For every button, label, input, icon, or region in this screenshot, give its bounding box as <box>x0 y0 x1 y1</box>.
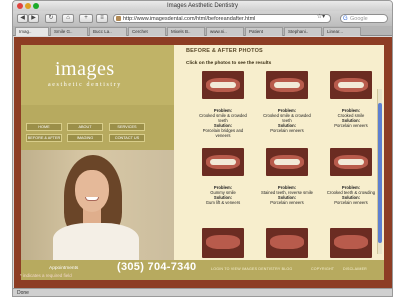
gallery-scrollbar-thumb[interactable] <box>378 103 382 243</box>
tab-2[interactable]: Smile G.. <box>50 27 88 36</box>
case-caption-4: Problem: Gummy smile Solution: Gum lift … <box>197 185 249 205</box>
title-bar: Images Aesthetic Dentistry <box>13 1 392 11</box>
address-bar[interactable]: http://www.imagesdental.com/html/beforea… <box>113 14 331 23</box>
search-field[interactable]: G Google <box>340 14 388 23</box>
lips <box>334 235 368 249</box>
site-favicon-icon <box>116 16 121 21</box>
case-photo-5[interactable] <box>266 148 308 176</box>
photo-shirt <box>53 223 139 260</box>
site-logo-tagline: aesthetic dentistry <box>48 82 122 88</box>
status-text: Done <box>17 290 29 296</box>
case-caption-5: Problem: Stained teeth, reverse smile So… <box>261 185 313 205</box>
back-button[interactable]: ◀ <box>17 14 28 23</box>
rss-button[interactable]: ≡ <box>96 14 108 23</box>
gallery-instruction: Click on the photos to see the results <box>186 61 272 66</box>
footer-blog-link[interactable]: LOGIN TO VIEW IMAGES DENTISTRY BLOG <box>211 267 292 271</box>
case-solution-6: Porcelain veneers <box>334 200 368 205</box>
phone-number[interactable]: (305) 704-7340 <box>117 261 196 273</box>
address-text: http://www.imagesdental.com/html/beforea… <box>123 16 256 22</box>
gallery-column: BEFORE & AFTER PHOTOS Click on the photo… <box>184 48 384 260</box>
case-caption-6: Problem: Crooked teeth & crowding Soluti… <box>325 185 377 205</box>
site-footer: Appointments (305) 704-7340 LOGIN TO VIE… <box>21 260 384 280</box>
teeth <box>338 82 364 88</box>
tab-3[interactable]: Bucc La.. <box>89 27 127 36</box>
gallery-heading: BEFORE & AFTER PHOTOS <box>186 48 263 54</box>
forward-button[interactable]: ▶ <box>28 14 39 23</box>
tab-6[interactable]: www.ni.. <box>206 27 244 36</box>
teeth <box>274 82 300 88</box>
footer-copyright-link[interactable]: COPYRIGHT <box>311 267 334 271</box>
teeth <box>274 159 300 165</box>
google-search-icon: G <box>343 16 348 22</box>
case-solution-1: Porcelain bridges and veneers <box>202 128 244 138</box>
logo-area: images aesthetic dentistry <box>21 45 174 105</box>
zoom-window-button[interactable] <box>33 3 39 9</box>
model-photo <box>21 150 174 260</box>
browser-window: Images Aesthetic Dentistry ◀ ▶ ↻ ⌂ + ≡ h… <box>12 0 393 297</box>
case-photo-1[interactable] <box>202 71 244 99</box>
case-photo-9[interactable] <box>330 228 372 258</box>
status-bar: Done <box>13 288 392 296</box>
case-photo-6[interactable] <box>330 148 372 176</box>
url-dropdown-icon[interactable]: ☆▾ <box>313 14 329 23</box>
browser-toolbar: ◀ ▶ ↻ ⌂ + ≡ http://www.imagesdental.com/… <box>13 11 392 26</box>
nav-contact-us[interactable]: CONTACT US <box>109 134 145 142</box>
tab-1[interactable]: Imag.. <box>15 27 49 36</box>
gallery-scrollbar[interactable] <box>377 89 382 254</box>
case-solution-5: Porcelain veneers <box>270 200 304 205</box>
close-window-button[interactable] <box>17 3 23 9</box>
tab-8[interactable]: Stephani.. <box>284 27 322 36</box>
site-logo[interactable]: images <box>55 58 115 81</box>
home-button[interactable]: ⌂ <box>62 14 74 23</box>
case-problem-2: Crooked smile & crowded teeth <box>263 113 311 123</box>
window-title: Images Aesthetic Dentistry <box>166 3 239 9</box>
search-placeholder: Google <box>350 16 368 22</box>
site-page: images aesthetic dentistry HOME ABOUT SE… <box>21 45 384 280</box>
nav-home[interactable]: HOME <box>26 123 62 131</box>
left-column: images aesthetic dentistry HOME ABOUT SE… <box>21 45 174 260</box>
teeth <box>338 159 364 165</box>
reload-button[interactable]: ↻ <box>45 14 57 23</box>
nav-imaging[interactable]: IMAGING <box>67 134 103 142</box>
nav-about[interactable]: ABOUT <box>67 123 103 131</box>
lips <box>270 235 304 249</box>
tab-7[interactable]: Patient <box>245 27 283 36</box>
case-photo-2[interactable] <box>266 71 308 99</box>
case-photo-8[interactable] <box>266 228 308 258</box>
case-caption-3: Problem: Crooked smile Solution: Porcela… <box>325 108 377 128</box>
page-viewport: images aesthetic dentistry HOME ABOUT SE… <box>14 37 392 288</box>
appointment-label: Appointments <box>49 266 79 271</box>
case-solution-3: Porcelain veneers <box>334 123 368 128</box>
tab-4[interactable]: Cerchet <box>128 27 166 36</box>
photo-smile <box>85 197 99 201</box>
case-solution-4: Gum lift & veneers <box>205 200 241 205</box>
case-caption-1: Problem: Crooked smile & crowded teeth S… <box>197 108 249 138</box>
case-photo-4[interactable] <box>202 148 244 176</box>
nav-services[interactable]: SERVICES <box>109 123 145 131</box>
tab-9[interactable]: Linear... <box>323 27 361 36</box>
minimize-window-button[interactable] <box>25 3 31 9</box>
bookmark-add-button[interactable]: + <box>79 14 93 23</box>
photo-face <box>75 170 109 212</box>
case-caption-2: Problem: Crooked smile & crowded teeth S… <box>261 108 313 133</box>
tab-strip: Imag.. Smile G.. Bucc La.. Cerchet Mixel… <box>13 26 392 36</box>
case-problem-1: Crooked smile & crowded teeth <box>199 113 247 123</box>
required-field-note: * indicates a required field <box>20 273 72 278</box>
teeth <box>210 159 236 165</box>
case-photo-3[interactable] <box>330 71 372 99</box>
case-solution-2: Porcelain veneers <box>270 128 304 133</box>
teeth <box>210 82 236 88</box>
case-photo-7[interactable] <box>202 228 244 258</box>
tab-5[interactable]: Mixels B.. <box>167 27 205 36</box>
lips <box>206 235 240 249</box>
footer-disclaimer-link[interactable]: DISCLAIMER <box>343 267 367 271</box>
nav-before-after[interactable]: BEFORE & AFTER <box>26 134 62 142</box>
